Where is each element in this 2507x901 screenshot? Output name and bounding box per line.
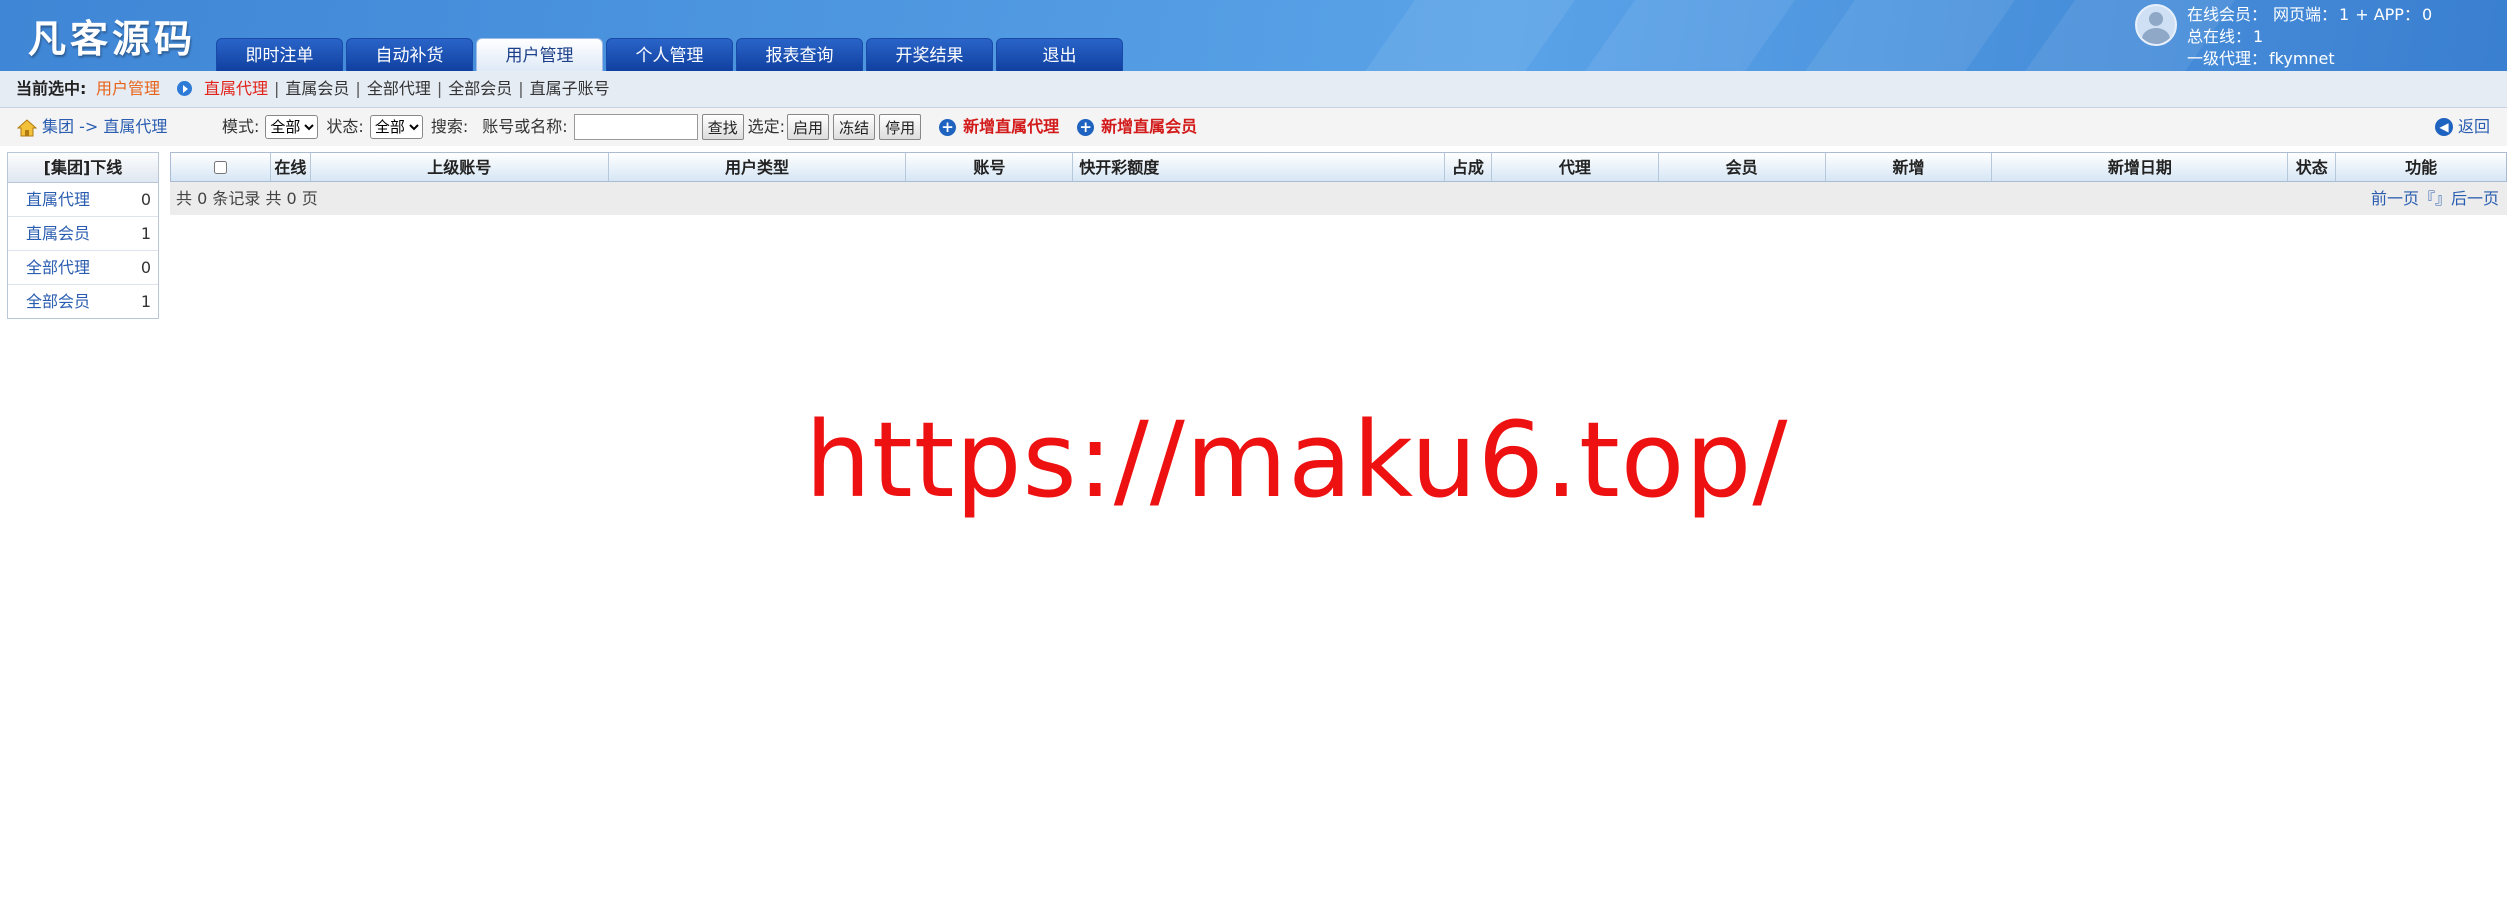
subnav-direct-agents[interactable]: 直属代理: [204, 79, 268, 98]
column-header-user-type: 用户类型: [609, 153, 907, 181]
home-icon: [17, 119, 37, 137]
sidebar-item-count: 1: [140, 292, 151, 311]
sidebar-item-label: 直属会员: [26, 224, 91, 243]
app-count: 0: [2421, 5, 2433, 24]
sidebar-item-all-members[interactable]: 全部会员 1: [8, 285, 158, 318]
mode-select[interactable]: 全部: [265, 115, 319, 139]
pagination[interactable]: 前一页『』后一页: [2371, 182, 2499, 215]
subnav-links: 直属代理 | 直属会员 | 全部代理 | 全部会员 | 直属子账号: [204, 79, 610, 98]
tab-personal-management[interactable]: 个人管理: [606, 38, 733, 71]
sidebar-title: [集团]下线: [8, 153, 158, 183]
web-label: 网页端：: [2273, 5, 2338, 24]
current-selection-label: 当前选中:: [16, 79, 87, 98]
select-all-column: [171, 153, 271, 181]
record-summary: 共 0 条记录 共 0 页: [176, 189, 318, 208]
column-header-online: 在线: [271, 153, 311, 181]
back-label: 返回: [2458, 117, 2491, 136]
app-label: + APP：: [2355, 5, 2420, 24]
freeze-button[interactable]: 冻结: [833, 114, 876, 140]
subnav-direct-members[interactable]: 直属会员: [285, 79, 349, 98]
subnav-sub-accounts[interactable]: 直属子账号: [530, 79, 610, 98]
online-members-label: 在线会员：: [2187, 5, 2268, 24]
play-arrow-icon: [177, 81, 192, 96]
tab-instant-bets[interactable]: 即时注单: [216, 38, 343, 71]
search-input[interactable]: [573, 114, 698, 140]
tab-auto-replenish[interactable]: 自动补货: [346, 38, 473, 71]
total-online-label: 总在线：: [2187, 27, 2252, 46]
breadcrumb[interactable]: 集团 -> 直属代理: [42, 108, 167, 146]
table-header: 在线 上级账号 用户类型 账号 快开彩额度 占成 代理 会员 新增 新增日期 状…: [170, 152, 2507, 182]
downline-sidebar: [集团]下线 直属代理 0 直属会员 1 全部代理 0 全部会员 1: [7, 152, 159, 319]
column-header-share: 占成: [1445, 153, 1492, 181]
column-header-quick-lottery-limit: 快开彩额度: [1073, 153, 1445, 181]
column-header-agent: 代理: [1492, 153, 1659, 181]
sidebar-item-count: 0: [140, 190, 151, 209]
avatar-icon: [2135, 4, 2177, 46]
current-selection-value: 用户管理: [96, 79, 161, 98]
sidebar-item-count: 0: [140, 258, 151, 277]
back-link[interactable]: ◀ 返回: [2435, 108, 2490, 146]
main-nav: 即时注单 自动补货 用户管理 个人管理 报表查询 开奖结果 退出: [216, 38, 1126, 71]
subnav-all-agents[interactable]: 全部代理: [367, 79, 431, 98]
status-label: 状态:: [326, 117, 364, 136]
disable-button[interactable]: 停用: [879, 114, 922, 140]
search-label: 搜索:: [430, 117, 469, 136]
find-button[interactable]: 查找: [701, 114, 744, 140]
tab-draw-results[interactable]: 开奖结果: [866, 38, 993, 71]
user-info: 在线会员： 网页端： 1 + APP： 0 总在线： 1 一级代理： fkymnet: [2135, 4, 2438, 70]
users-table: 在线 上级账号 用户类型 账号 快开彩额度 占成 代理 会员 新增 新增日期 状…: [170, 152, 2507, 215]
add-direct-agent-link[interactable]: + 新增直属代理: [939, 108, 1059, 146]
sidebar-item-all-agents[interactable]: 全部代理 0: [8, 251, 158, 285]
sidebar-item-label: 全部会员: [26, 292, 91, 311]
agent-level-label: 一级代理：: [2187, 49, 2268, 68]
sidebar-item-label: 直属代理: [26, 190, 91, 209]
status-select[interactable]: 全部: [369, 115, 423, 139]
add-direct-member-link[interactable]: + 新增直属会员: [1077, 108, 1197, 146]
agent-name: fkymnet: [2269, 49, 2335, 68]
add-direct-agent-label: 新增直属代理: [963, 117, 1060, 136]
tab-logout[interactable]: 退出: [996, 38, 1123, 71]
app-logo: 凡客源码: [28, 17, 197, 61]
column-header-new: 新增: [1826, 153, 1993, 181]
plus-circle-icon: +: [1077, 118, 1095, 136]
select-label: 选定:: [747, 117, 786, 136]
column-header-member: 会员: [1659, 153, 1826, 181]
mode-label: 模式:: [222, 117, 260, 136]
search-field-label: 账号或名称:: [482, 117, 568, 136]
sidebar-item-label: 全部代理: [26, 258, 91, 277]
sidebar-item-direct-members[interactable]: 直属会员 1: [8, 217, 158, 251]
total-online-count: 1: [2253, 27, 2264, 46]
add-direct-member-label: 新增直属会员: [1101, 117, 1198, 136]
plus-circle-icon: +: [939, 118, 957, 136]
sidebar-item-count: 1: [140, 224, 151, 243]
toolbar: 集团 -> 直属代理 模式: 全部 状态: 全部 搜索: 账号或名称: 查找 选…: [0, 108, 2507, 146]
column-header-status: 状态: [2288, 153, 2337, 181]
column-header-account: 账号: [906, 153, 1074, 181]
enable-button[interactable]: 启用: [787, 114, 830, 140]
web-count: 1: [2339, 5, 2350, 24]
column-header-parent-account: 上级账号: [311, 153, 609, 181]
selection-bar: 当前选中: 用户管理 直属代理 | 直属会员 | 全部代理 | 全部会员 | 直属子账号: [0, 71, 2507, 108]
subnav-all-members[interactable]: 全部会员: [448, 79, 512, 98]
select-all-checkbox[interactable]: [214, 161, 228, 174]
back-arrow-icon: ◀: [2435, 118, 2453, 136]
tab-user-management[interactable]: 用户管理: [476, 38, 603, 71]
filter-bar: 模式: 全部 状态: 全部 搜索: 账号或名称: 查找 选定: 启用 冻结 停用…: [222, 108, 1197, 146]
tab-reports[interactable]: 报表查询: [736, 38, 863, 71]
column-header-new-date: 新增日期: [1992, 153, 2289, 181]
app-header: 凡客源码 即时注单 自动补货 用户管理 个人管理 报表查询 开奖结果 退出 在线…: [0, 0, 2507, 71]
sidebar-item-direct-agents[interactable]: 直属代理 0: [8, 183, 158, 217]
column-header-actions: 功能: [2405, 158, 2438, 177]
table-footer: 共 0 条记录 共 0 页 前一页『』后一页: [170, 182, 2507, 215]
watermark-url: https://maku6.top/: [805, 399, 1789, 521]
